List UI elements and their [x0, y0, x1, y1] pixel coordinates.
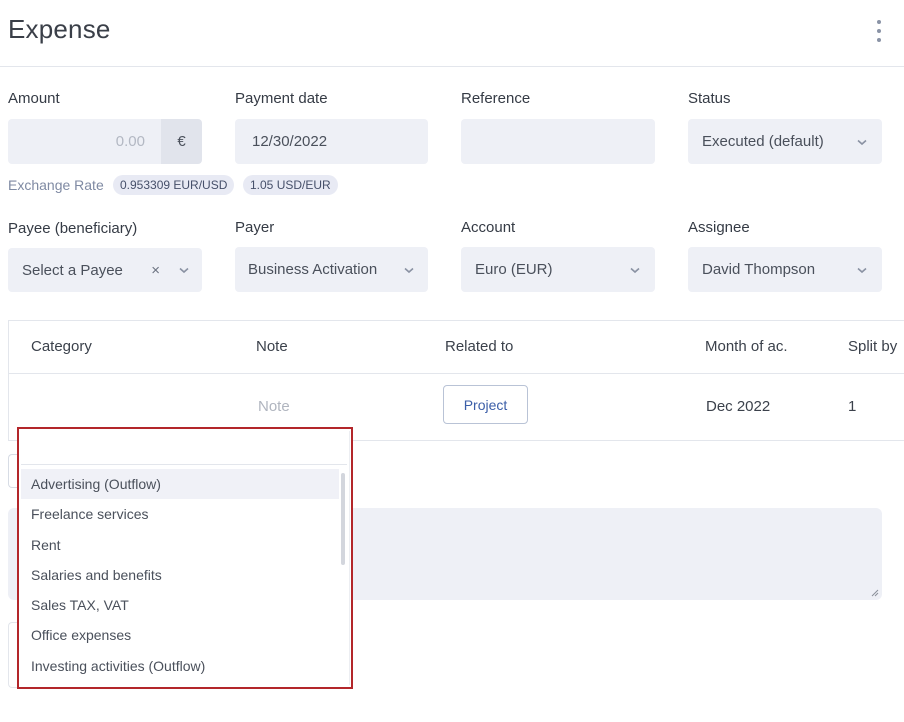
category-search-input[interactable] — [21, 430, 347, 465]
option-item[interactable]: Advertising (Outflow) — [21, 469, 339, 500]
reference-input[interactable] — [461, 119, 655, 164]
page-title: Expense — [8, 14, 111, 44]
dropdown-scroll-track — [349, 431, 350, 685]
option-item[interactable]: Investing activities (Outflow) — [21, 651, 339, 681]
option-item[interactable]: Office expenses — [21, 620, 339, 650]
payer-select[interactable]: Business Activation — [235, 247, 428, 292]
chevron-down-icon — [629, 264, 641, 276]
category-dropdown[interactable]: Advertising (Outflow) Freelance services… — [17, 427, 353, 689]
status-select[interactable]: Executed (default) — [688, 119, 882, 164]
chevron-down-icon — [856, 136, 868, 148]
table-divider — [9, 373, 904, 374]
amount-input[interactable]: 0.00 — [8, 119, 161, 164]
chevron-down-icon — [403, 264, 415, 276]
month-value[interactable]: Dec 2022 — [706, 398, 770, 415]
chevron-down-icon — [856, 264, 868, 276]
status-value: Executed (default) — [702, 133, 824, 150]
assignee-label: Assignee — [688, 219, 750, 236]
chevron-down-icon — [178, 264, 190, 276]
rate-badge-eur-usd: 0.953309 EUR/USD — [113, 175, 235, 195]
category-options-list: Advertising (Outflow) Freelance services… — [21, 469, 339, 681]
assignee-value: David Thompson — [702, 261, 816, 278]
payer-label: Payer — [235, 219, 275, 236]
related-project-button[interactable]: Project — [443, 385, 528, 424]
reference-label: Reference — [461, 90, 531, 107]
assignee-select[interactable]: David Thompson — [688, 247, 882, 292]
account-value: Euro (EUR) — [475, 261, 553, 278]
amount-placeholder: 0.00 — [115, 133, 145, 150]
column-header-category: Category — [31, 338, 92, 355]
payment-date-value: 12/30/2022 — [252, 133, 328, 150]
status-label: Status — [688, 90, 731, 107]
option-item[interactable]: Sales TAX, VAT — [21, 590, 339, 620]
note-input[interactable]: Note — [258, 398, 290, 415]
payee-label: Payee (beneficiary) — [8, 220, 138, 237]
header-divider — [0, 66, 904, 67]
payment-date-label: Payment date — [235, 90, 328, 107]
payment-date-input[interactable]: 12/30/2022 — [235, 119, 428, 164]
resize-handle-icon[interactable] — [869, 587, 879, 597]
more-options-icon[interactable] — [872, 20, 886, 42]
payee-placeholder: Select a Payee — [22, 261, 123, 279]
option-item[interactable]: Rent — [21, 530, 339, 560]
account-select[interactable]: Euro (EUR) — [461, 247, 655, 292]
currency-symbol: € — [177, 133, 186, 150]
payer-value: Business Activation — [248, 261, 378, 278]
account-label: Account — [461, 219, 516, 236]
column-header-related: Related to — [445, 338, 514, 355]
rate-badge-usd-eur: 1.05 USD/EUR — [243, 175, 338, 195]
column-header-split: Split by — [848, 338, 898, 355]
payee-select[interactable]: Select a Payee × — [8, 248, 202, 292]
dropdown-scrollbar[interactable] — [341, 473, 345, 565]
column-header-month: Month of ac. — [705, 338, 788, 355]
exchange-rate-label: Exchange Rate — [8, 177, 104, 193]
option-item[interactable]: Freelance services — [21, 499, 339, 529]
split-value[interactable]: 1 — [848, 398, 856, 415]
column-header-note: Note — [256, 338, 288, 355]
amount-label: Amount — [8, 90, 60, 107]
clear-icon[interactable]: × — [151, 262, 160, 279]
currency-addon: € — [161, 119, 202, 164]
option-item[interactable]: Salaries and benefits — [21, 560, 339, 590]
